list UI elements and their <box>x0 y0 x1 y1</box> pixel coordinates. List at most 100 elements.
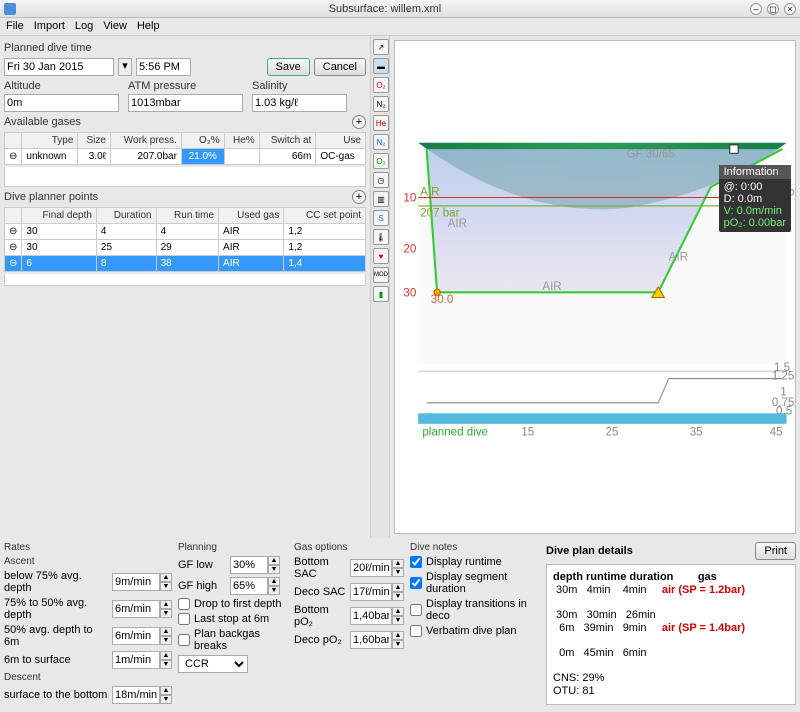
svg-text:planned dive: planned dive <box>422 426 488 438</box>
spin-down-icon[interactable]: ▼ <box>160 582 172 591</box>
tool-mod-icon[interactable]: MOD <box>373 267 389 283</box>
bpo2-label: Bottom pO₂ <box>294 604 346 628</box>
gas-row[interactable]: ⊖ unknown 3.0ℓ 207.0bar 21.0% 66m OC-gas <box>5 149 366 165</box>
gases-label: Available gases <box>4 116 81 128</box>
add-gas-button[interactable]: + <box>352 115 366 129</box>
svg-text:0.5: 0.5 <box>776 405 792 417</box>
bsac-input[interactable] <box>350 559 392 577</box>
rates-label: Rates <box>4 542 172 553</box>
tool-n2-icon[interactable]: N₂ <box>373 96 389 112</box>
svg-text:AIR: AIR <box>542 281 561 293</box>
last6-checkbox[interactable] <box>178 613 190 625</box>
salinity-label: Salinity <box>252 80 352 92</box>
details-label: Dive plan details <box>546 545 633 557</box>
planner-row[interactable]: ⊖6838AIR1,4 <box>5 256 366 272</box>
spin-up-icon[interactable]: ▲ <box>160 573 172 582</box>
svg-text:45: 45 <box>770 426 783 438</box>
gases-table: Type Size Work press. O₂% He% Switch at … <box>4 132 366 165</box>
dsac-input[interactable] <box>350 583 392 601</box>
planner-table: Final depth Duration Run time Used gas C… <box>4 207 366 272</box>
minimize-icon[interactable]: – <box>750 3 762 15</box>
dive-profile-chart[interactable]: 10 20 30 30.0 GF 30/65 AIR 207 bar 207 b… <box>394 40 796 534</box>
tool-ruler-icon[interactable]: ▥ <box>373 191 389 207</box>
menu-import[interactable]: Import <box>34 20 65 33</box>
print-button[interactable]: Print <box>755 542 796 560</box>
delete-point-icon[interactable]: ⊖ <box>5 224 22 240</box>
rate1-input[interactable] <box>112 573 160 591</box>
svg-text:AIR: AIR <box>420 186 439 198</box>
drop-checkbox[interactable] <box>178 598 190 610</box>
chart-info-tooltip: Information @: 0:00 D: 0.0m V: 0.0m/min … <box>719 165 791 232</box>
tool-o2-icon[interactable]: O₂ <box>373 153 389 169</box>
rate1-label: below 75% avg. depth <box>4 570 108 594</box>
pp-th-depth: Final depth <box>22 208 97 224</box>
rate5-input[interactable] <box>112 686 160 704</box>
tool-n2-icon[interactable]: N₂ <box>373 134 389 150</box>
svg-text:AIR: AIR <box>448 218 467 230</box>
menu-help[interactable]: Help <box>137 20 160 33</box>
svg-text:35: 35 <box>690 426 703 438</box>
delete-point-icon[interactable]: ⊖ <box>5 256 22 272</box>
mode-select[interactable]: CCR <box>178 655 248 673</box>
cancel-button[interactable]: Cancel <box>314 58 366 76</box>
tool-clock-icon[interactable]: ◷ <box>373 172 389 188</box>
gas-th-he: He% <box>224 133 259 149</box>
planner-row[interactable]: ⊖3044AIR1,2 <box>5 224 366 240</box>
dpo2-input[interactable] <box>350 631 392 649</box>
note1-checkbox[interactable] <box>410 556 422 568</box>
tool-profile-icon[interactable]: ▬ <box>373 58 389 74</box>
planner-row[interactable]: ⊖302529AIR1,2 <box>5 240 366 256</box>
pp-th-cc: CC set point <box>284 208 366 224</box>
menu-view[interactable]: View <box>103 20 127 33</box>
pp-th-run: Run time <box>156 208 218 224</box>
date-picker-icon[interactable]: ▾ <box>118 58 132 76</box>
gas-th-wp: Work press. <box>110 133 181 149</box>
salinity-input[interactable] <box>252 94 347 112</box>
menu-log[interactable]: Log <box>75 20 93 33</box>
dive-plan-details: depth runtime duration gas 30m 4min 4min… <box>546 564 796 705</box>
pp-th-dur: Duration <box>96 208 156 224</box>
bpo2-input[interactable] <box>350 607 392 625</box>
menu-file[interactable]: File <box>6 20 24 33</box>
tool-bar-icon[interactable]: ▮ <box>373 286 389 302</box>
atm-input[interactable] <box>128 94 243 112</box>
tool-he-icon[interactable]: He <box>373 115 389 131</box>
note2-checkbox[interactable] <box>410 577 422 589</box>
note4-checkbox[interactable] <box>410 625 422 637</box>
maximize-icon[interactable]: ◻ <box>767 3 779 15</box>
tool-sac-icon[interactable]: S <box>373 210 389 226</box>
gflow-input[interactable] <box>230 556 268 574</box>
date-input[interactable] <box>4 58 114 76</box>
gfhigh-label: GF high <box>178 580 226 592</box>
pp-th-gas: Used gas <box>219 208 284 224</box>
delete-point-icon[interactable]: ⊖ <box>5 240 22 256</box>
rate2-input[interactable] <box>112 600 160 618</box>
rate3-input[interactable] <box>112 627 160 645</box>
tool-hr-icon[interactable]: ♥ <box>373 248 389 264</box>
close-icon[interactable]: × <box>784 3 796 15</box>
chart-toolbar: ↗ ▬ O₂ N₂ He N₂ O₂ ◷ ▥ S 🌡 ♥ MOD ▮ <box>370 36 390 538</box>
gfhigh-input[interactable] <box>230 577 268 595</box>
save-button[interactable]: Save <box>267 58 310 76</box>
backgas-checkbox[interactable] <box>178 634 190 646</box>
planner-label: Dive planner points <box>4 191 98 203</box>
app-icon <box>4 3 16 15</box>
rate4-input[interactable] <box>112 651 160 669</box>
dsac-label: Deco SAC <box>294 586 346 598</box>
tool-temp-icon[interactable]: 🌡 <box>373 229 389 245</box>
gasopt-label: Gas options <box>294 542 404 553</box>
note3-checkbox[interactable] <box>410 604 422 616</box>
planning-label: Planning <box>178 542 288 553</box>
gas-th-switch: Switch at <box>259 133 316 149</box>
tool-o2-icon[interactable]: O₂ <box>373 77 389 93</box>
delete-gas-icon[interactable]: ⊖ <box>5 149 22 165</box>
svg-text:1.25: 1.25 <box>772 371 795 383</box>
time-input[interactable] <box>136 58 191 76</box>
title-bar: Subsurface: willem.xml – ◻ × <box>0 0 800 18</box>
add-point-button[interactable]: + <box>352 190 366 204</box>
altitude-input[interactable] <box>4 94 119 112</box>
tool-arrow-icon[interactable]: ↗ <box>373 39 389 55</box>
svg-text:air: air <box>422 413 435 425</box>
rate4-label: 6m to surface <box>4 654 108 666</box>
menu-bar: File Import Log View Help <box>0 18 800 36</box>
